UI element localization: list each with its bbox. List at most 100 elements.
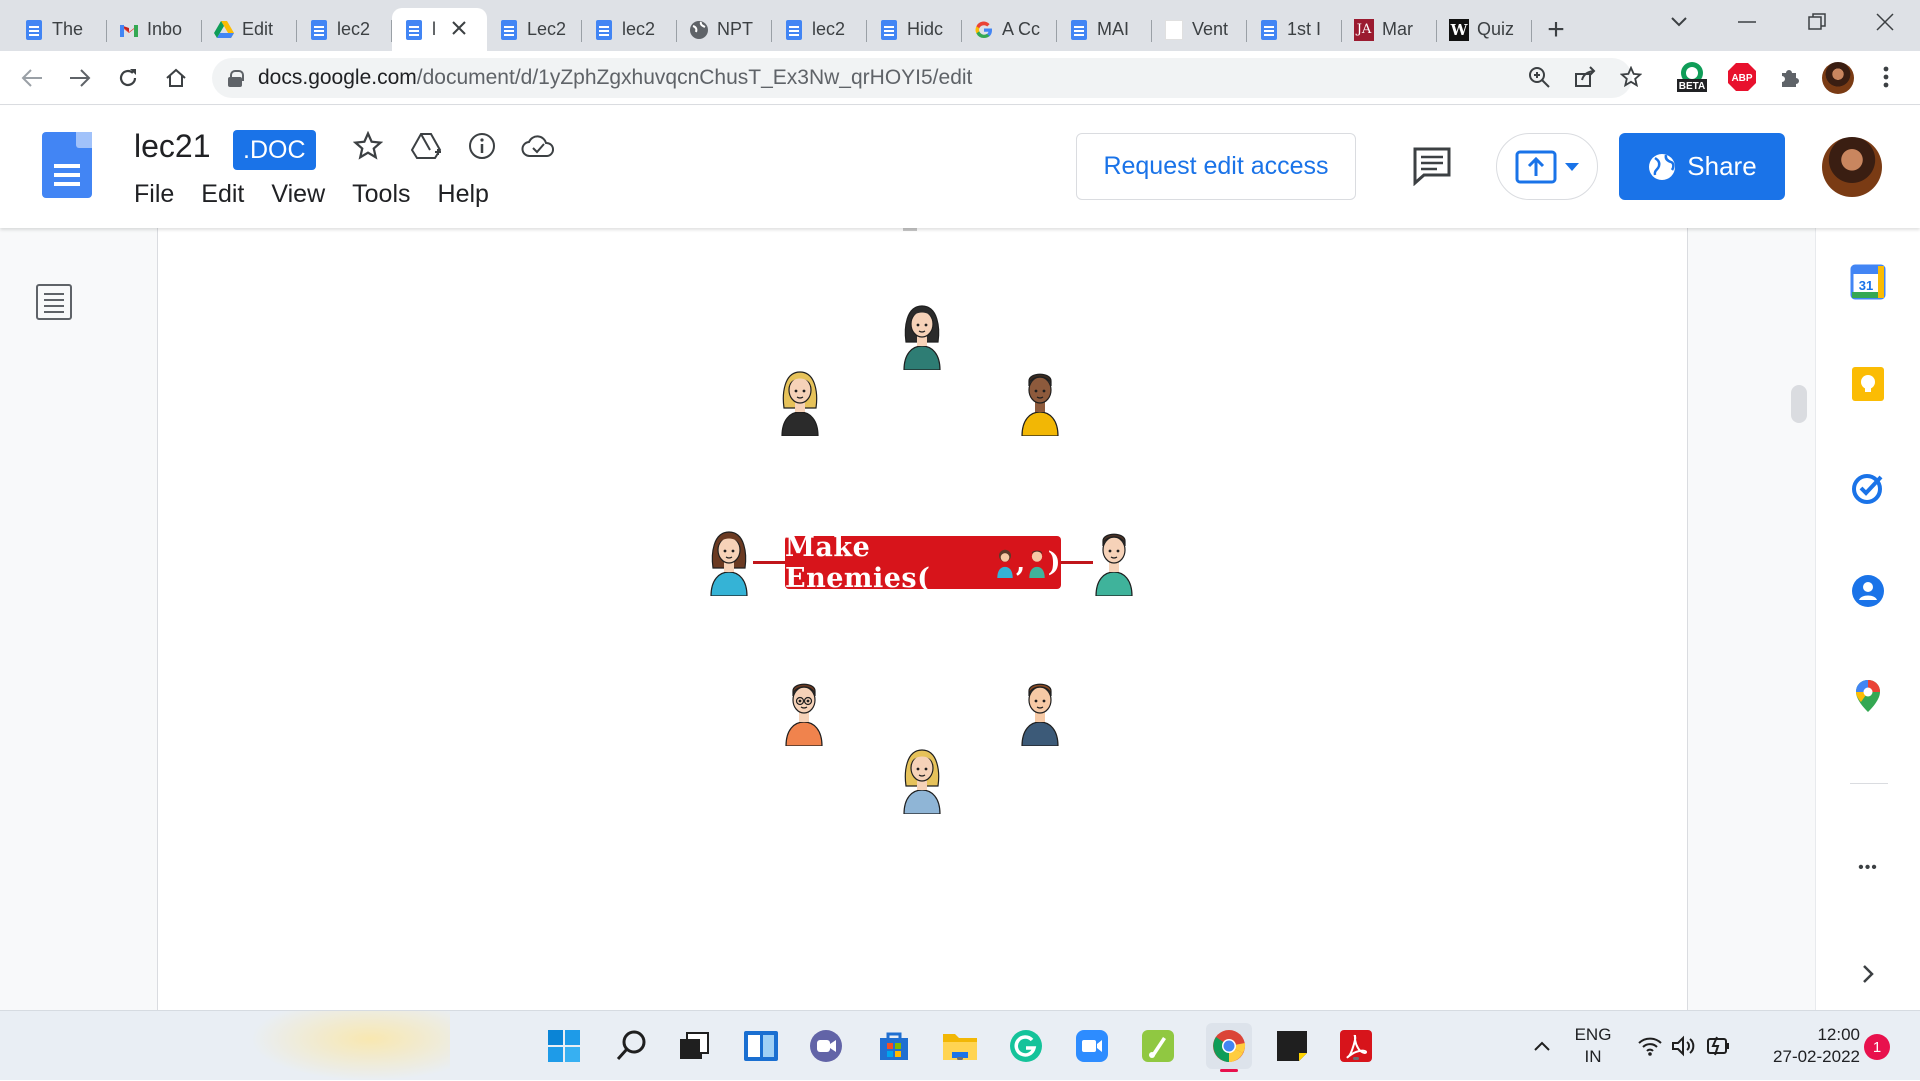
google-docs-icon: [784, 19, 804, 40]
clock-date: 27-02-2022: [1773, 1047, 1860, 1066]
tray-chevron-up-icon[interactable]: [1524, 1028, 1560, 1064]
tab-search-icon[interactable]: [1644, 0, 1714, 43]
woman-mini-icon: [994, 548, 1016, 578]
close-window-button[interactable]: [1850, 0, 1920, 43]
grammarly-icon[interactable]: [1008, 1028, 1044, 1064]
forward-button[interactable]: [64, 62, 96, 94]
calendar-icon[interactable]: 31: [1850, 264, 1886, 300]
cloud-status-icon[interactable]: [518, 126, 558, 166]
request-edit-access-button[interactable]: Request edit access: [1076, 133, 1356, 200]
browser-tab[interactable]: W Quiz: [1437, 8, 1532, 51]
adblock-icon[interactable]: ABP: [1726, 61, 1758, 93]
menu-help[interactable]: Help: [438, 180, 489, 209]
info-icon[interactable]: [462, 126, 502, 166]
menu-file[interactable]: File: [134, 180, 174, 209]
wifi-icon[interactable]: [1632, 1028, 1668, 1064]
browser-tab[interactable]: A Cc: [962, 8, 1057, 51]
center-node-close: ): [1047, 547, 1061, 578]
microsoft-store-icon[interactable]: [876, 1028, 912, 1064]
google-docs-icon: [499, 19, 519, 40]
file-explorer-icon[interactable]: [942, 1028, 978, 1064]
present-button[interactable]: [1496, 133, 1598, 200]
extension-beta-icon[interactable]: BETA: [1676, 61, 1708, 93]
tab-label: Vent: [1192, 19, 1229, 39]
browser-tab[interactable]: Hidc: [867, 8, 962, 51]
person-man-green-right-icon: [1092, 526, 1136, 597]
globe-icon: [1649, 153, 1676, 180]
notepad-plus-icon[interactable]: [1140, 1028, 1176, 1064]
language-code: ENG: [1574, 1025, 1612, 1044]
keep-icon[interactable]: [1850, 366, 1886, 402]
maps-icon[interactable]: [1850, 678, 1886, 714]
person-man-bottom-right-icon: [1018, 676, 1062, 747]
account-avatar[interactable]: [1822, 137, 1882, 197]
menu-edit[interactable]: Edit: [201, 180, 244, 209]
browser-toolbar: docs.google.com/document/d/1yZphZgxhuvqc…: [0, 51, 1920, 105]
left-edge: [753, 561, 789, 564]
menu-tools[interactable]: Tools: [352, 180, 410, 209]
share-page-icon[interactable]: [1574, 66, 1596, 94]
comments-icon[interactable]: [1412, 146, 1452, 187]
file-explorer-indicator: [957, 1057, 963, 1060]
browser-tab[interactable]: Edit: [202, 8, 297, 51]
browser-tab[interactable]: l: [392, 8, 487, 51]
widgets-icon[interactable]: [743, 1028, 779, 1064]
browser-menu-icon[interactable]: [1870, 61, 1902, 93]
person-man-curly-right-icon: [1018, 366, 1062, 437]
browser-tab[interactable]: lec2: [297, 8, 392, 51]
browser-tab[interactable]: lec2: [582, 8, 677, 51]
star-icon[interactable]: [348, 126, 388, 166]
browser-tab[interactable]: Inbo: [107, 8, 202, 51]
sticky-notes-icon[interactable]: [1274, 1028, 1310, 1064]
teams-chat-icon[interactable]: [808, 1028, 844, 1064]
language-indicator[interactable]: ENG IN: [1573, 1024, 1613, 1068]
restore-button[interactable]: [1782, 0, 1852, 43]
contacts-icon[interactable]: [1850, 573, 1886, 609]
browser-tab[interactable]: Vent: [1152, 8, 1247, 51]
browser-tab[interactable]: JA Mar: [1342, 8, 1437, 51]
start-icon[interactable]: [546, 1028, 582, 1064]
reload-button[interactable]: [112, 62, 144, 94]
new-tab-button[interactable]: +: [1532, 8, 1580, 51]
person-woman-brown-hair-left-icon: [707, 526, 751, 597]
move-to-drive-icon[interactable]: [407, 126, 447, 166]
task-view-icon[interactable]: [676, 1028, 712, 1064]
share-button[interactable]: Share: [1619, 133, 1785, 200]
minimize-button[interactable]: [1712, 0, 1782, 43]
document-outline-icon[interactable]: [36, 284, 72, 320]
address-bar[interactable]: docs.google.com/document/d/1yZphZgxhuvqc…: [212, 58, 1643, 98]
more-addons-icon[interactable]: •••: [1850, 850, 1886, 886]
zoom-icon[interactable]: [1528, 66, 1550, 94]
google-docs-logo-icon[interactable]: [42, 132, 92, 198]
browser-tab[interactable]: Lec2: [487, 8, 582, 51]
chrome-icon[interactable]: [1206, 1023, 1252, 1072]
acrobat-icon[interactable]: [1338, 1028, 1374, 1064]
tasks-icon[interactable]: [1850, 470, 1886, 506]
document-title[interactable]: lec21: [134, 128, 211, 165]
acrobat-indicator: [1353, 1057, 1359, 1060]
center-node: Make Enemies( , ): [785, 532, 1061, 594]
home-button[interactable]: [160, 62, 192, 94]
close-tab-icon[interactable]: [452, 18, 466, 41]
zoom-app-icon[interactable]: [1074, 1028, 1110, 1064]
notification-badge[interactable]: 1: [1864, 1034, 1890, 1060]
browser-tab[interactable]: lec2: [772, 8, 867, 51]
browser-tab[interactable]: The: [12, 8, 107, 51]
bookmark-star-icon[interactable]: [1619, 65, 1643, 94]
back-button[interactable]: [16, 62, 48, 94]
tab-label: Mar: [1382, 19, 1413, 39]
extensions-puzzle-icon[interactable]: [1774, 61, 1806, 93]
volume-icon[interactable]: [1666, 1028, 1702, 1064]
browser-tab[interactable]: NPT: [677, 8, 772, 51]
search-icon[interactable]: [613, 1028, 649, 1064]
side-panel: 31 •••: [1815, 228, 1920, 1010]
battery-icon[interactable]: [1700, 1028, 1736, 1064]
clock[interactable]: 12:00 27-02-2022: [1750, 1024, 1860, 1068]
menu-view[interactable]: View: [271, 180, 325, 209]
lock-icon[interactable]: [228, 70, 244, 87]
browser-tab[interactable]: 1st I: [1247, 8, 1342, 51]
profile-avatar[interactable]: [1822, 62, 1854, 94]
scrollbar-thumb[interactable]: [1791, 385, 1807, 423]
chevron-right-icon[interactable]: [1850, 956, 1886, 992]
browser-tab[interactable]: MAI: [1057, 8, 1152, 51]
